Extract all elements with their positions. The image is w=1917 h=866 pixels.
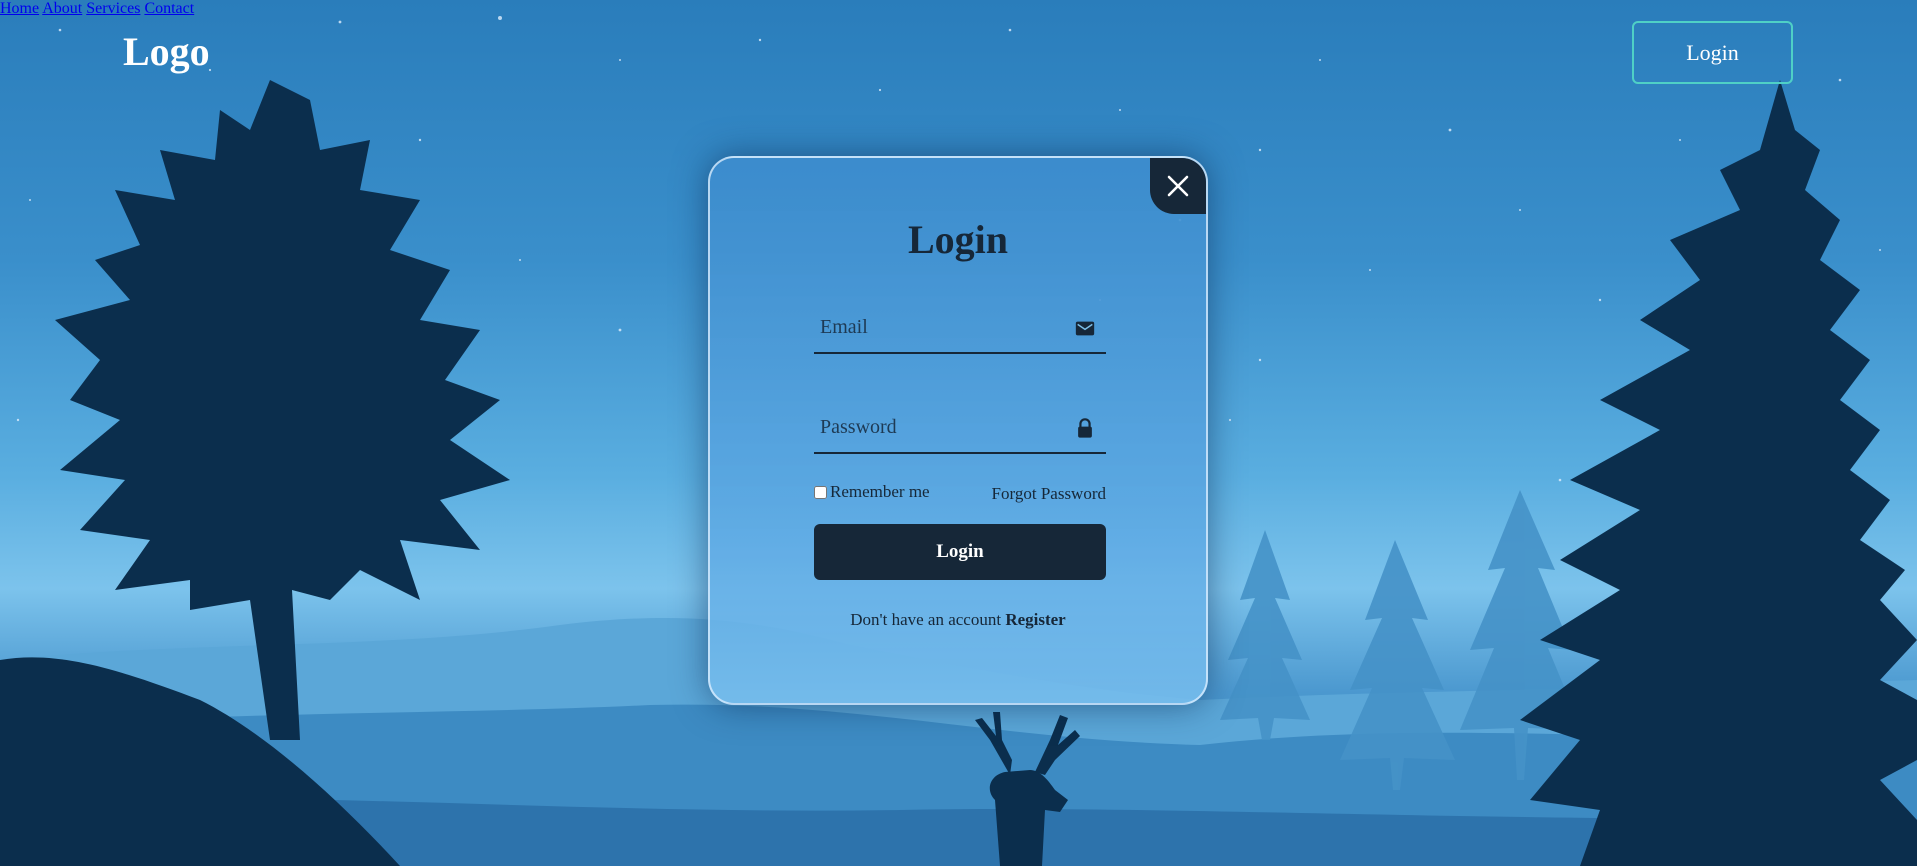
nav-link-services[interactable]: Services <box>86 0 140 17</box>
password-input[interactable] <box>814 402 1064 452</box>
email-input[interactable] <box>814 302 1064 352</box>
login-options: Remember me Forgot Password <box>814 482 1106 504</box>
register-prompt: Don't have an account <box>850 610 1006 629</box>
close-button[interactable] <box>1150 158 1206 214</box>
lock-icon <box>1078 418 1092 438</box>
register-link[interactable]: Register <box>1005 610 1065 629</box>
login-submit-button[interactable]: Login <box>814 524 1106 580</box>
login-modal: Login Remember me Forgot Password Login … <box>708 156 1208 705</box>
site-logo[interactable]: Logo <box>123 28 210 75</box>
forgot-password-link[interactable]: Forgot Password <box>992 484 1106 504</box>
register-line: Don't have an account Register <box>710 610 1206 630</box>
top-navbar: Logo Home About Services Contact Login <box>0 0 1917 104</box>
remember-me[interactable]: Remember me <box>814 482 930 502</box>
remember-label: Remember me <box>830 482 930 501</box>
mail-icon <box>1075 321 1095 336</box>
close-icon <box>1167 175 1189 197</box>
nav-link-home[interactable]: Home <box>0 0 39 17</box>
remember-checkbox[interactable] <box>814 485 827 499</box>
email-field <box>814 302 1106 354</box>
nav-link-contact[interactable]: Contact <box>144 0 194 17</box>
modal-title: Login <box>907 217 1009 262</box>
tree-right <box>1520 80 1917 866</box>
nav-link-about[interactable]: About <box>42 0 82 17</box>
nav-login-button[interactable]: Login <box>1632 21 1793 84</box>
password-field <box>814 402 1106 454</box>
